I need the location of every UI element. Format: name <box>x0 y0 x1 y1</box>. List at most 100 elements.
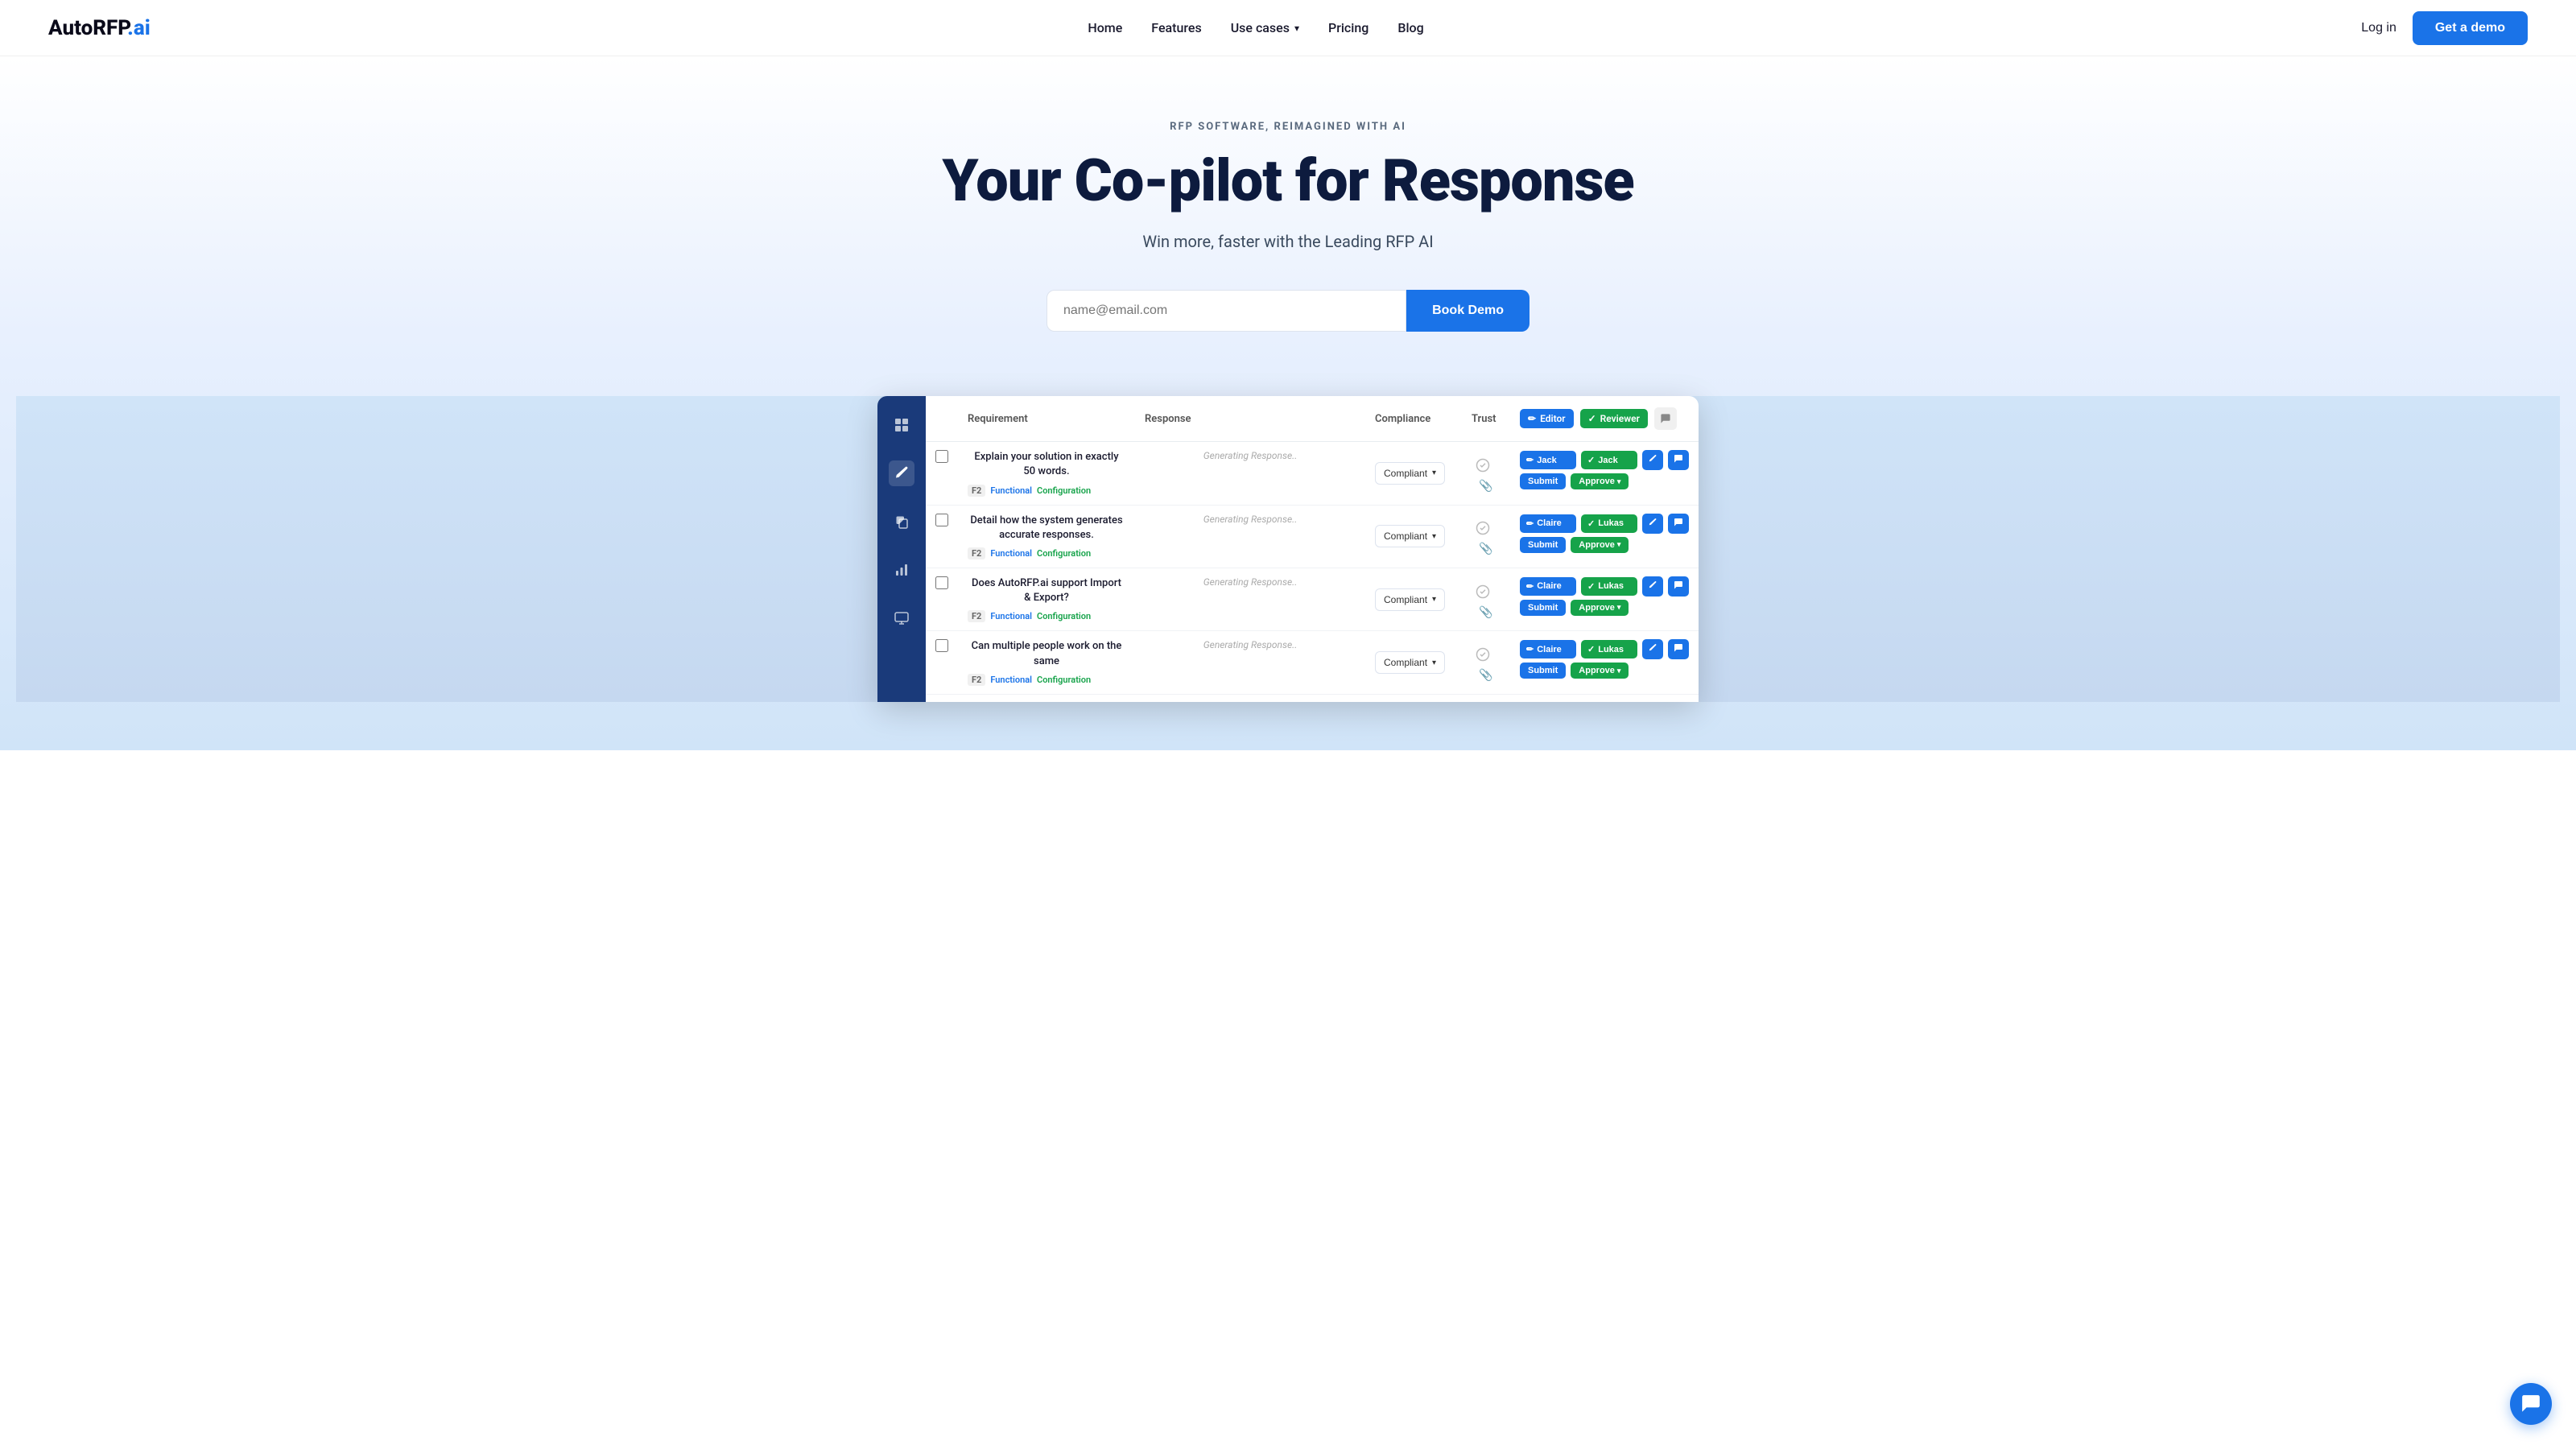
tag-configuration[interactable]: Configuration <box>1037 548 1091 559</box>
reviewer-name: Jack <box>1598 456 1617 465</box>
submit-button[interactable]: Submit <box>1520 473 1566 489</box>
row-checkbox[interactable] <box>935 450 948 463</box>
compliance-button[interactable]: Compliant ▾ <box>1375 462 1445 485</box>
compliance-chevron-icon: ▾ <box>1432 532 1436 541</box>
response-text: Generating Response.. <box>1145 576 1356 588</box>
tag-functional[interactable]: Functional <box>990 675 1032 685</box>
compliance-button[interactable]: Compliant ▾ <box>1375 525 1445 547</box>
reviewer-check-icon: ✓ <box>1587 581 1595 592</box>
tag-functional[interactable]: Functional <box>990 485 1032 496</box>
chevron-down-icon: ▾ <box>1294 23 1299 34</box>
editor-name-button[interactable]: ✏ Claire <box>1520 640 1576 658</box>
chat-button[interactable] <box>1668 576 1689 597</box>
approve-button[interactable]: Approve ▾ <box>1571 663 1629 679</box>
response-cell[interactable]: Generating Response.. <box>1135 505 1365 568</box>
chat-support-bubble[interactable] <box>2510 1383 2552 1425</box>
editor-pencil-icon: ✏ <box>1526 455 1534 465</box>
compliance-button[interactable]: Compliant ▾ <box>1375 651 1445 674</box>
edit-button[interactable] <box>1642 639 1663 659</box>
table-row: Does AutoRFP.ai support Import & Export?… <box>926 568 1699 630</box>
tag-configuration[interactable]: Configuration <box>1037 485 1091 496</box>
compliance-cell: Compliant ▾ <box>1365 568 1462 630</box>
approve-button[interactable]: Approve ▾ <box>1571 473 1629 489</box>
tag-functional[interactable]: Functional <box>990 611 1032 621</box>
tag-configuration[interactable]: Configuration <box>1037 611 1091 621</box>
compliance-chevron-icon: ▾ <box>1432 469 1436 477</box>
editor-name-button[interactable]: ✏ Claire <box>1520 577 1576 596</box>
compliance-chevron-icon: ▾ <box>1432 595 1436 604</box>
edit-button[interactable] <box>1642 514 1663 534</box>
response-text: Generating Response.. <box>1145 639 1356 650</box>
row-checkbox[interactable] <box>935 639 948 652</box>
nav-home[interactable]: Home <box>1088 20 1122 35</box>
tag-configuration[interactable]: Configuration <box>1037 675 1091 685</box>
response-cell[interactable]: Generating Response.. <box>1135 568 1365 630</box>
tag-f2: F2 <box>968 610 985 622</box>
trust-icon <box>1472 454 1494 477</box>
nav-features[interactable]: Features <box>1151 20 1201 35</box>
trust-cell: 📎 <box>1462 631 1510 694</box>
chat-button[interactable] <box>1668 514 1689 534</box>
requirement-text: Explain your solution in exactly 50 word… <box>968 450 1125 479</box>
approve-button[interactable]: Approve ▾ <box>1571 537 1629 553</box>
sidebar-icon-chart[interactable] <box>889 557 914 583</box>
chat-button[interactable] <box>1668 639 1689 659</box>
th-requirement: Requirement <box>958 396 1135 442</box>
compliance-button[interactable]: Compliant ▾ <box>1375 588 1445 611</box>
navbar: AutoRFP.ai Home Features Use cases ▾ Pri… <box>0 0 2576 56</box>
submit-approve-row: Submit Approve ▾ <box>1520 537 1689 553</box>
reviewer-name-button[interactable]: ✓ Lukas <box>1581 577 1637 596</box>
attachment-icon: 📎 <box>1472 669 1501 682</box>
response-cell[interactable]: Generating Response.. <box>1135 631 1365 694</box>
action-column: ✏ Claire ✓ Lukas Submit <box>1520 576 1689 616</box>
book-demo-button[interactable]: Book Demo <box>1406 290 1530 332</box>
sidebar-icon-copy[interactable] <box>889 509 914 535</box>
reviewer-name-button[interactable]: ✓ Lukas <box>1581 514 1637 533</box>
reviewer-check-icon: ✓ <box>1587 455 1595 465</box>
tag-functional[interactable]: Functional <box>990 548 1032 559</box>
submit-button[interactable]: Submit <box>1520 663 1566 679</box>
reviewer-check-icon: ✓ <box>1588 413 1596 424</box>
editor-header-badge: ✏ Editor <box>1520 409 1574 428</box>
action-column: ✏ Claire ✓ Lukas Submit <box>1520 639 1689 679</box>
compliance-cell: Compliant ▾ <box>1365 442 1462 505</box>
row-check-cell <box>926 631 958 694</box>
hero-title: Your Co-pilot for Response <box>16 149 2560 213</box>
th-check <box>926 396 958 442</box>
submit-approve-row: Submit Approve ▾ <box>1520 600 1689 616</box>
sidebar-icon-monitor[interactable] <box>889 605 914 631</box>
nav-blog[interactable]: Blog <box>1397 20 1423 35</box>
chat-button[interactable] <box>1668 450 1689 470</box>
table-row: Explain your solution in exactly 50 word… <box>926 442 1699 505</box>
editor-pencil-icon: ✏ <box>1526 644 1534 654</box>
reviewer-name-button[interactable]: ✓ Jack <box>1581 451 1637 469</box>
reviewer-name: Lukas <box>1598 581 1624 591</box>
login-button[interactable]: Log in <box>2361 21 2396 35</box>
approve-label: Approve <box>1579 666 1615 675</box>
submit-button[interactable]: Submit <box>1520 537 1566 553</box>
hero-subtitle: Win more, faster with the Leading RFP AI <box>16 232 2560 251</box>
email-input[interactable] <box>1046 290 1406 332</box>
tag-f2: F2 <box>968 674 985 686</box>
req-tags: F2 Functional Configuration <box>968 610 1125 622</box>
reviewer-name: Lukas <box>1598 645 1624 654</box>
nav-use-cases[interactable]: Use cases ▾ <box>1231 20 1299 35</box>
requirement-cell: Can multiple people work on the same F2 … <box>958 631 1135 694</box>
editor-name-button[interactable]: ✏ Claire <box>1520 514 1576 533</box>
row-checkbox[interactable] <box>935 576 948 589</box>
approve-button[interactable]: Approve ▾ <box>1571 600 1629 616</box>
editor-name-button[interactable]: ✏ Jack <box>1520 451 1576 469</box>
trust-cell: 📎 <box>1462 568 1510 630</box>
nav-pricing[interactable]: Pricing <box>1328 20 1368 35</box>
sidebar-icon-edit[interactable] <box>889 460 914 486</box>
edit-button[interactable] <box>1642 576 1663 597</box>
reviewer-name-button[interactable]: ✓ Lukas <box>1581 640 1637 658</box>
edit-button[interactable] <box>1642 450 1663 470</box>
submit-button[interactable]: Submit <box>1520 600 1566 616</box>
response-cell[interactable]: Generating Response.. <box>1135 442 1365 505</box>
nav-logo[interactable]: AutoRFP.ai <box>48 16 151 40</box>
action-column: ✏ Jack ✓ Jack Submit <box>1520 450 1689 489</box>
get-demo-button[interactable]: Get a demo <box>2413 11 2528 45</box>
row-checkbox[interactable] <box>935 514 948 526</box>
sidebar-icon-grid[interactable] <box>889 412 914 438</box>
